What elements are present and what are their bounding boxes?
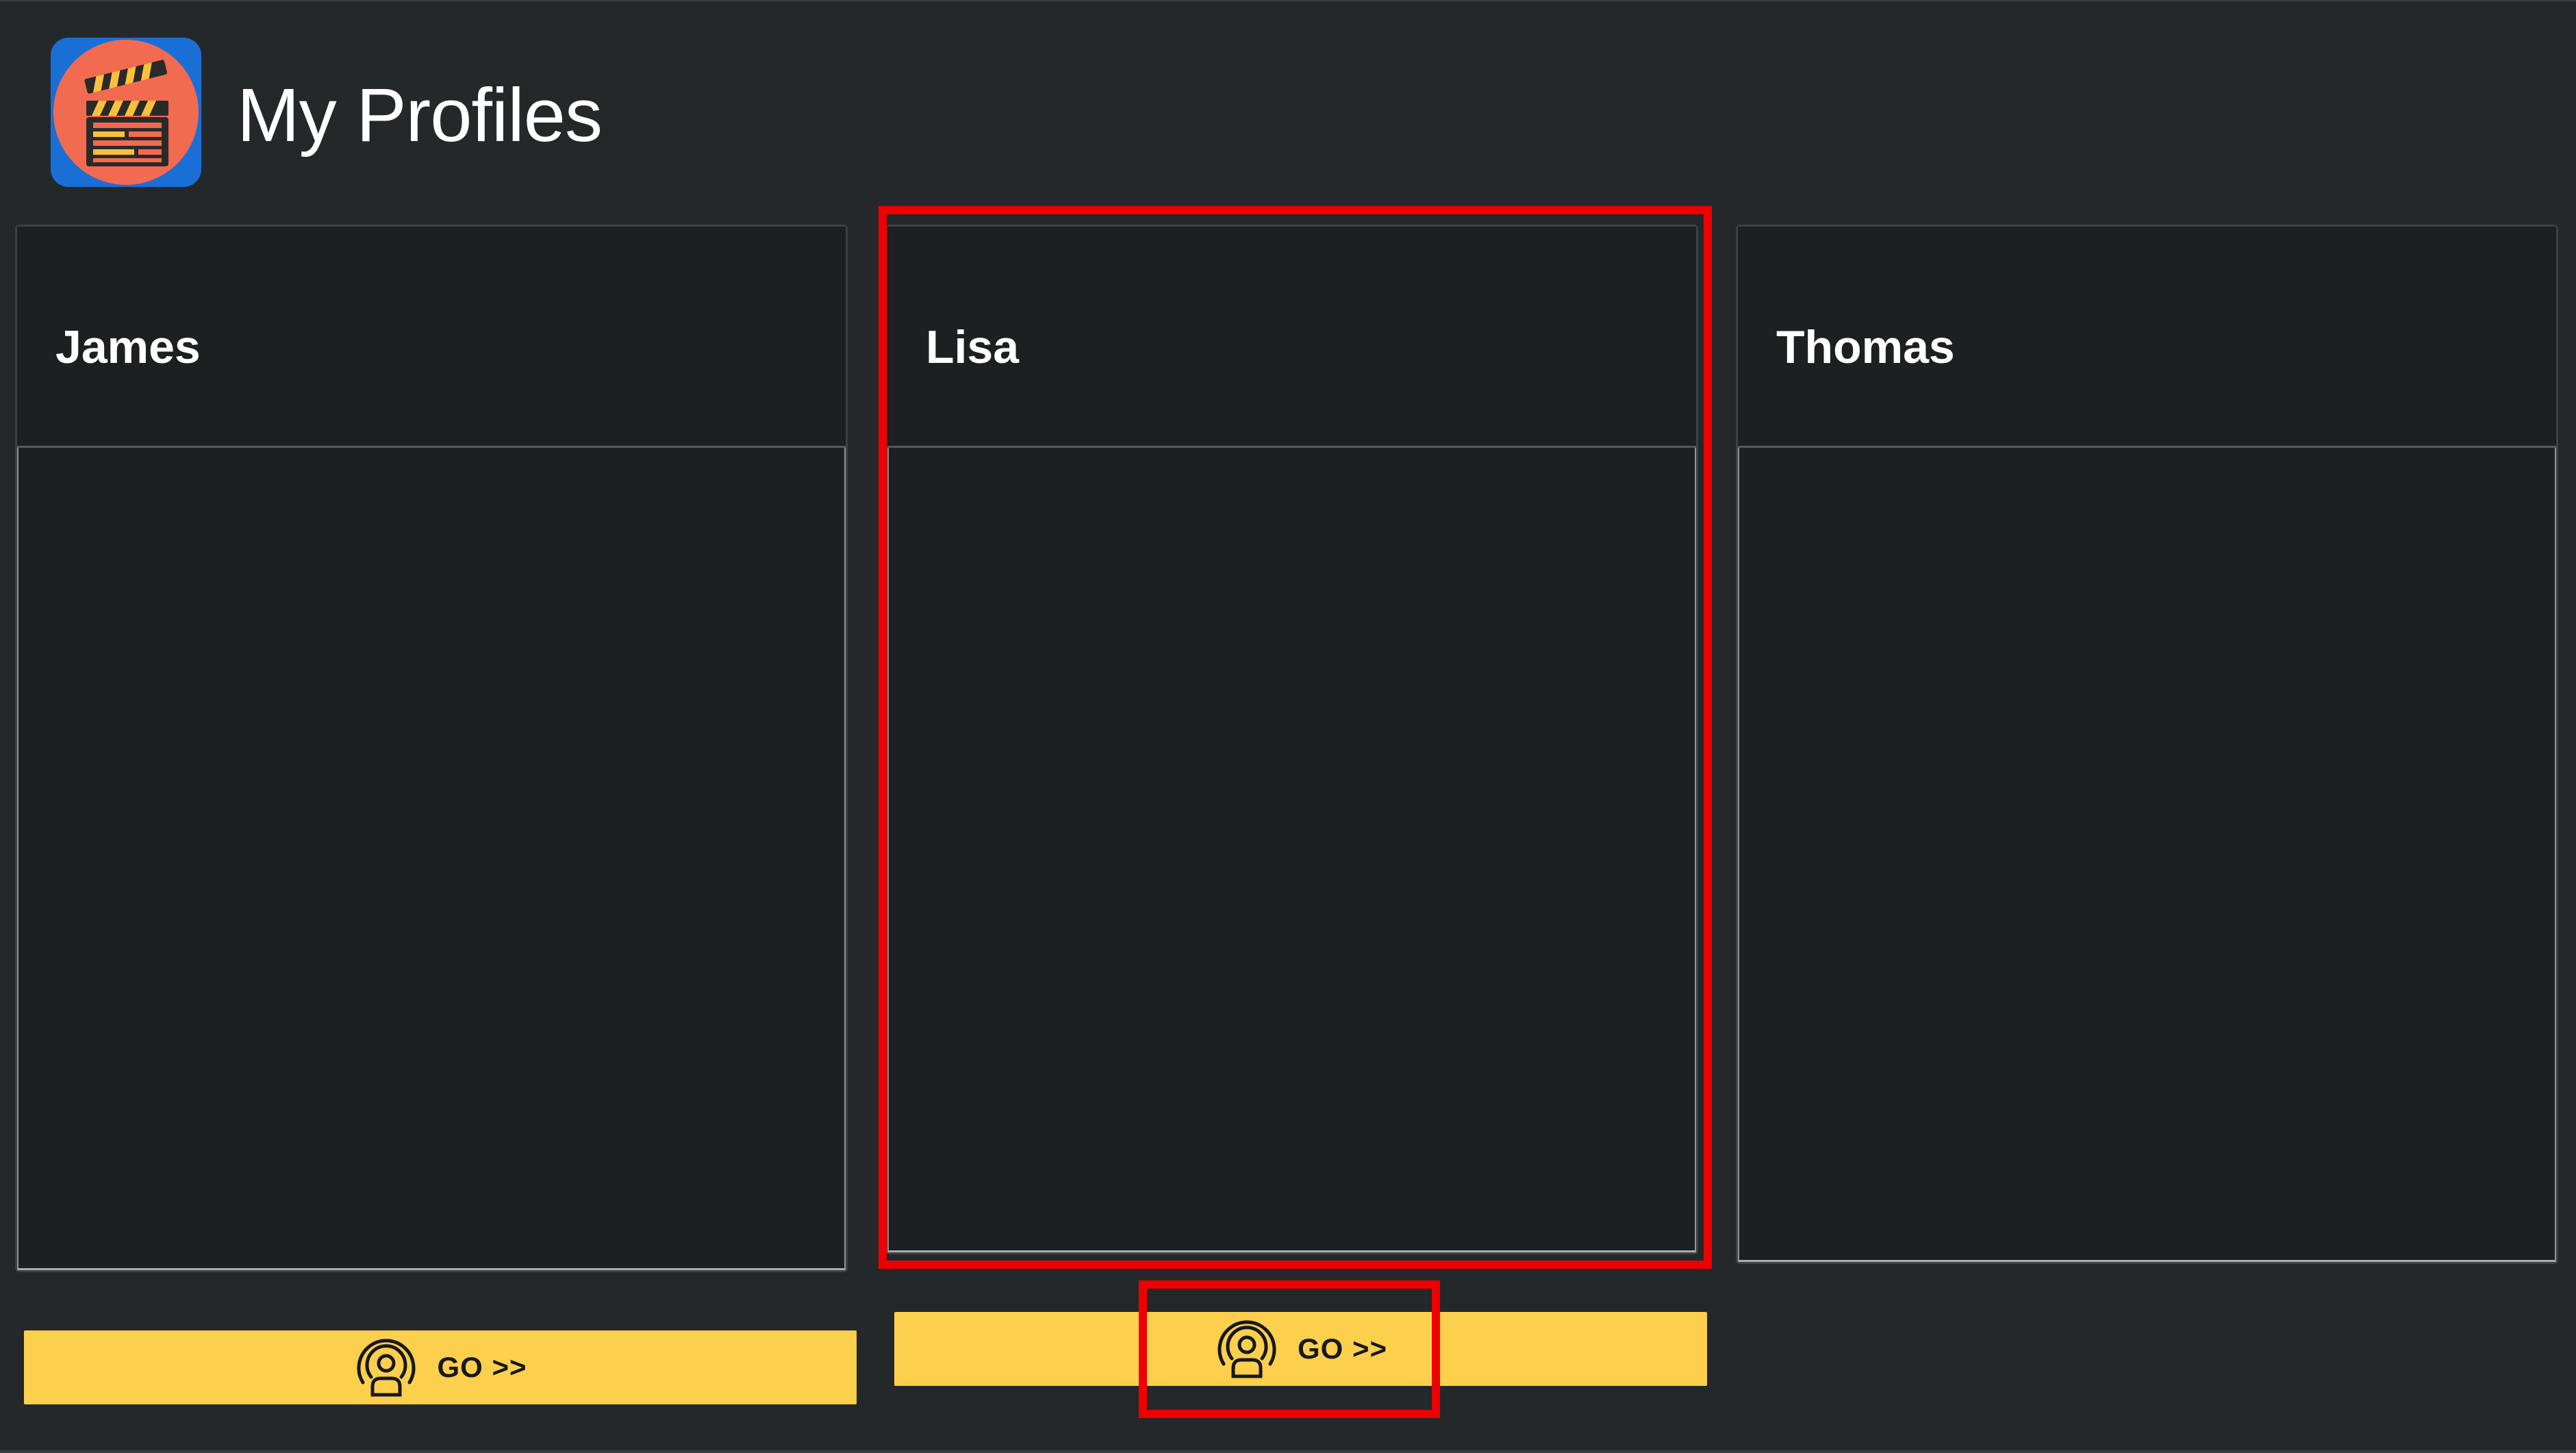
person-broadcast-icon [1214,1317,1280,1380]
profile-name: Thomas [1776,321,1955,373]
go-button-label: GO >> [1297,1332,1388,1365]
clapperboard-icon [51,38,201,187]
page-title: My Profiles [237,73,603,157]
card-body [887,448,1696,1252]
go-button-label: GO >> [437,1351,527,1383]
person-broadcast-icon [353,1336,419,1399]
card-header: Lisa [887,227,1696,448]
card-body [17,448,846,1270]
profile-card-thomas[interactable]: Thomas [1736,225,2558,1264]
go-button-james[interactable]: GO >> [24,1330,857,1404]
card-header: James [17,227,846,448]
profile-card-james[interactable]: James [15,225,848,1272]
card-header: Thomas [1738,227,2556,448]
profiles-screen: My Profiles James Lisa Thomas GO >> GO >… [0,0,2576,1453]
profile-name: James [55,321,201,373]
card-body [1738,448,2556,1262]
profile-name: Lisa [926,321,1020,373]
profile-card-lisa[interactable]: Lisa [885,225,1698,1254]
go-button-lisa[interactable]: GO >> [894,1312,1707,1386]
